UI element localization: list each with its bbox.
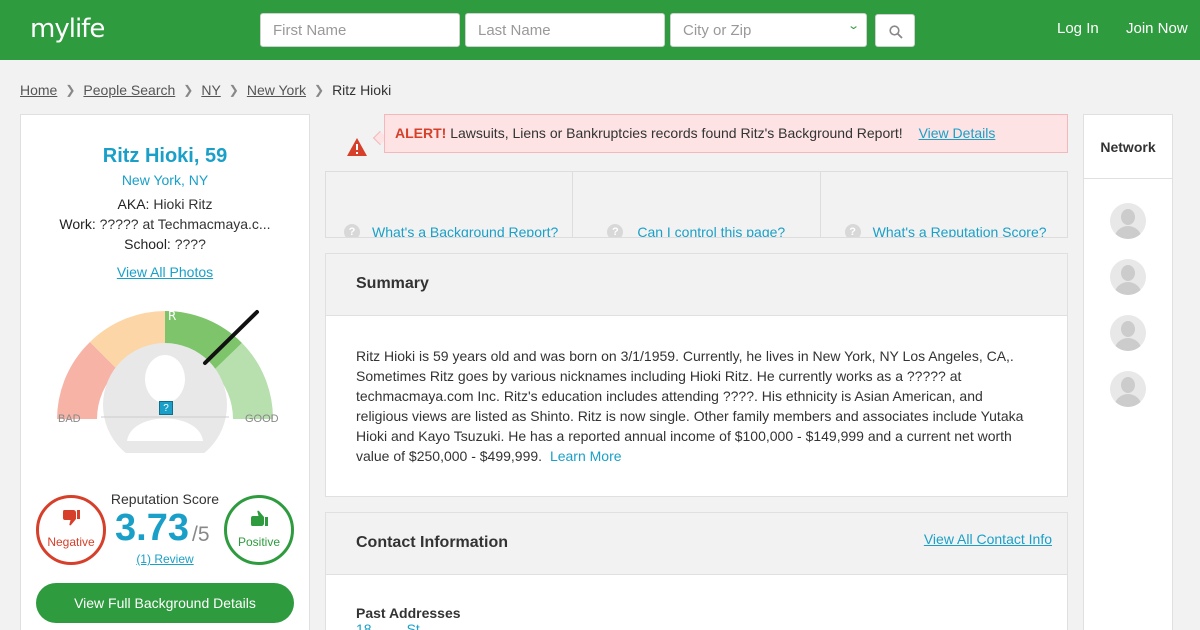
chevron-right-icon: ❯ bbox=[183, 83, 194, 97]
breadcrumb-current: Ritz Hioki bbox=[332, 82, 392, 98]
view-full-background-button[interactable]: View Full Background Details bbox=[36, 583, 294, 623]
profile-aka: AKA: Hioki Ritz bbox=[21, 196, 309, 212]
network-title: Network bbox=[1084, 115, 1172, 179]
breadcrumb-city[interactable]: New York bbox=[247, 82, 306, 98]
avatar[interactable] bbox=[1110, 315, 1146, 351]
summary-panel: Summary Ritz Hioki is 59 years old and w… bbox=[325, 253, 1068, 497]
avatar[interactable] bbox=[1110, 371, 1146, 407]
avatar[interactable] bbox=[1110, 259, 1146, 295]
last-name-input[interactable] bbox=[465, 13, 665, 47]
question-icon: ? bbox=[607, 224, 624, 237]
gauge-marker: R bbox=[168, 309, 176, 323]
breadcrumb-state[interactable]: NY bbox=[201, 82, 220, 98]
breadcrumb-home[interactable]: Home bbox=[20, 82, 57, 98]
log-in-link[interactable]: Log In bbox=[1057, 20, 1099, 37]
contact-title: Contact Information bbox=[356, 534, 508, 551]
search-icon bbox=[889, 25, 903, 39]
profile-school: School: ???? bbox=[21, 236, 309, 252]
contact-panel: Contact Information View All Contact Inf… bbox=[325, 512, 1068, 630]
profile-name: Ritz Hioki, 59 bbox=[102, 145, 228, 167]
breadcrumb-people-search[interactable]: People Search bbox=[83, 82, 175, 98]
profile-card: Ritz Hioki, 59 New York, NY AKA: Hioki R… bbox=[20, 114, 310, 630]
aka-label: AKA: bbox=[117, 196, 150, 212]
chevron-right-icon: ❯ bbox=[314, 83, 325, 97]
warning-icon bbox=[347, 138, 367, 156]
city-zip-select[interactable] bbox=[670, 13, 867, 47]
gauge-good-label: GOOD bbox=[245, 413, 279, 425]
summary-text: Ritz Hioki is 59 years old and was born … bbox=[326, 316, 1067, 466]
work-value: ????? at Techmacmaya.c... bbox=[99, 216, 271, 232]
aka-value: Hioki Ritz bbox=[153, 196, 213, 212]
profile-work: Work: ????? at Techmacmaya.c... bbox=[21, 216, 309, 232]
chevron-right-icon: ❯ bbox=[65, 83, 76, 97]
positive-label: Positive bbox=[237, 535, 281, 549]
question-icon: ? bbox=[844, 224, 861, 237]
past-addresses-label: Past Addresses bbox=[356, 605, 461, 621]
chevron-right-icon: ❯ bbox=[228, 83, 239, 97]
view-details-link[interactable]: View Details bbox=[919, 125, 996, 141]
profile-location: New York, NY bbox=[121, 172, 209, 188]
school-value: ???? bbox=[174, 236, 206, 252]
reputation-score-value: 3.73 bbox=[115, 507, 189, 549]
mylife-logo[interactable]: mylife bbox=[30, 14, 105, 44]
alert-banner: ALERT! Lawsuits, Liens or Bankruptcies r… bbox=[384, 114, 1068, 153]
view-all-photos-link[interactable]: View All Photos bbox=[21, 264, 309, 280]
summary-body: Ritz Hioki is 59 years old and was born … bbox=[356, 348, 1024, 464]
negative-label: Negative bbox=[47, 535, 95, 549]
reputation-score-title: Reputation Score bbox=[110, 491, 220, 507]
faq-item-control-page[interactable]: ? Can I control this page? bbox=[573, 172, 821, 238]
gauge-bad-label: BAD bbox=[58, 413, 81, 425]
breadcrumb: Home ❯ People Search ❯ NY ❯ New York ❯ R… bbox=[20, 82, 391, 98]
reputation-gauge: R bbox=[57, 309, 274, 453]
faq-label: What's a Reputation Score? bbox=[872, 224, 1047, 238]
faq-item-reputation-score[interactable]: ? What's a Reputation Score? bbox=[821, 172, 1067, 237]
learn-more-link[interactable]: Learn More bbox=[550, 448, 622, 464]
address-link[interactable]: 18 ....... St bbox=[326, 621, 1067, 630]
faq-item-background-report[interactable]: ? What's a Background Report? bbox=[326, 172, 574, 238]
alert-prefix: ALERT! bbox=[395, 125, 447, 141]
thumbs-up-icon bbox=[227, 508, 291, 533]
search-button[interactable] bbox=[875, 14, 915, 47]
summary-title: Summary bbox=[326, 254, 1067, 316]
chevron-down-icon: ⌄ bbox=[847, 20, 861, 32]
faq-label: What's a Background Report? bbox=[372, 224, 559, 238]
avatar[interactable] bbox=[1110, 203, 1146, 239]
unknown-photo-badge: ? bbox=[159, 401, 173, 415]
network-sidebar: Network bbox=[1083, 114, 1173, 630]
work-label: Work: bbox=[59, 216, 96, 232]
reputation-score-max: /5 bbox=[192, 523, 210, 546]
first-name-input[interactable] bbox=[260, 13, 460, 47]
faq-label: Can I control this page? bbox=[637, 224, 786, 238]
view-all-contact-link[interactable]: View All Contact Info bbox=[924, 531, 1052, 547]
positive-rating-button[interactable]: Positive bbox=[224, 495, 294, 565]
thumbs-down-icon bbox=[39, 508, 103, 533]
negative-rating-button[interactable]: Negative bbox=[36, 495, 106, 565]
question-icon: ? bbox=[344, 224, 360, 237]
contact-header: Contact Information View All Contact Inf… bbox=[326, 513, 1067, 575]
alert-message: Lawsuits, Liens or Bankruptcies records … bbox=[450, 125, 903, 141]
review-link[interactable]: (1) Review bbox=[109, 552, 221, 566]
top-nav-bar: mylife ⌄ Log In Join Now bbox=[0, 0, 1200, 60]
school-label: School: bbox=[124, 236, 171, 252]
join-now-link[interactable]: Join Now bbox=[1126, 20, 1188, 37]
faq-row: ? What's a Background Report? ? Can I co… bbox=[325, 171, 1068, 238]
